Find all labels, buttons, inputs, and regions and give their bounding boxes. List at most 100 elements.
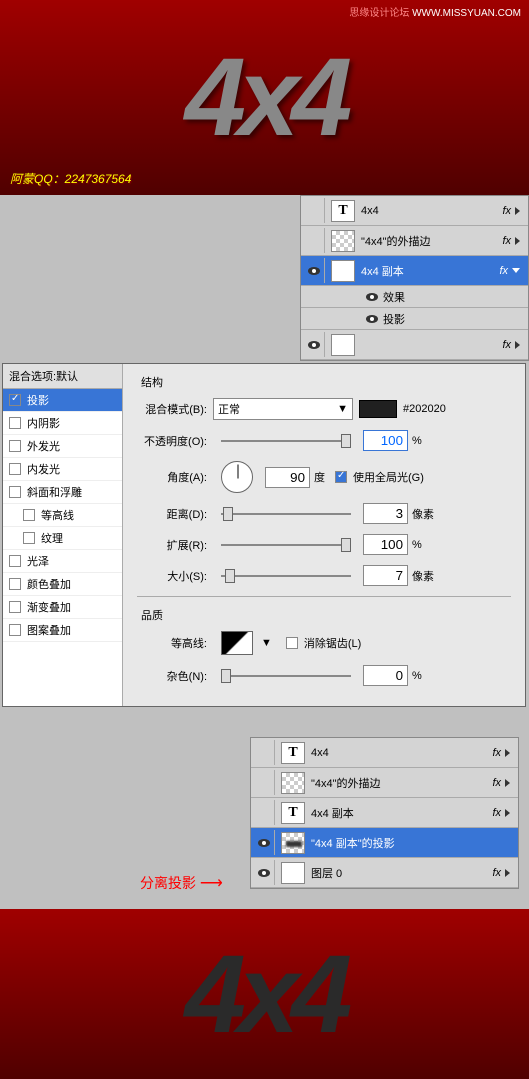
global-light-checkbox[interactable]: [335, 471, 347, 483]
checkbox-icon[interactable]: [23, 509, 35, 521]
option-outer-glow[interactable]: 外发光: [3, 435, 122, 458]
layer-row[interactable]: T 4x4 fx: [251, 738, 518, 768]
layers-panel-bottom: T 4x4 fx "4x4"的外描边 fx T 4x4 副本 fx "4x4 副…: [250, 737, 519, 889]
layer-thumb: [281, 862, 305, 884]
layer-name: 4x4: [311, 747, 492, 759]
checkbox-icon[interactable]: [23, 532, 35, 544]
layer-row[interactable]: "4x4"的外描边 fx: [251, 768, 518, 798]
visibility-toggle[interactable]: [361, 288, 383, 305]
spread-input[interactable]: [363, 534, 408, 555]
visibility-toggle[interactable]: [303, 228, 325, 253]
checkbox-icon[interactable]: [9, 440, 21, 452]
option-satin[interactable]: 光泽: [3, 550, 122, 573]
visibility-toggle[interactable]: [303, 198, 325, 223]
fx-indicator[interactable]: fx: [499, 265, 508, 277]
blend-mode-row: 混合模式(B): 正常▼ #202020: [137, 398, 511, 420]
checkbox-icon[interactable]: [9, 555, 21, 567]
spread-slider[interactable]: [221, 544, 351, 546]
checkbox-icon[interactable]: [9, 578, 21, 590]
layer-row[interactable]: "4x4"的外描边 fx: [301, 226, 528, 256]
expand-icon[interactable]: [505, 809, 510, 817]
opacity-input[interactable]: [363, 430, 408, 451]
option-bevel[interactable]: 斜面和浮雕: [3, 481, 122, 504]
angle-input[interactable]: [265, 467, 310, 488]
expand-icon[interactable]: [515, 341, 520, 349]
layer-row[interactable]: T 4x4 fx: [301, 196, 528, 226]
layer-row[interactable]: T 4x4 副本 fx: [251, 798, 518, 828]
blend-mode-select[interactable]: 正常▼: [213, 398, 353, 420]
expand-icon[interactable]: [515, 237, 520, 245]
fx-indicator[interactable]: fx: [502, 235, 511, 247]
color-swatch[interactable]: [359, 400, 397, 418]
eye-icon: [366, 315, 378, 323]
contour-picker[interactable]: [221, 631, 253, 655]
visibility-toggle[interactable]: [253, 740, 275, 765]
option-color-overlay[interactable]: 颜色叠加: [3, 573, 122, 596]
size-label: 大小(S):: [137, 568, 207, 584]
antialias-checkbox[interactable]: [286, 637, 298, 649]
visibility-toggle[interactable]: [303, 258, 325, 283]
option-texture[interactable]: 纹理: [3, 527, 122, 550]
option-gradient-overlay[interactable]: 渐变叠加: [3, 596, 122, 619]
expand-icon[interactable]: [505, 749, 510, 757]
layer-effect-row[interactable]: 效果: [301, 286, 528, 308]
list-header[interactable]: 混合选项:默认: [3, 364, 122, 389]
logo-text: 4x4: [185, 34, 345, 161]
opacity-slider[interactable]: [221, 440, 351, 442]
fx-indicator[interactable]: fx: [492, 777, 501, 789]
checkbox-icon[interactable]: [9, 463, 21, 475]
logo-text-dark: 4x4: [185, 931, 345, 1058]
layer-row-selected[interactable]: T 4x4 副本 fx: [301, 256, 528, 286]
fx-indicator[interactable]: fx: [492, 747, 501, 759]
expand-icon[interactable]: [505, 779, 510, 787]
option-drop-shadow[interactable]: 投影: [3, 389, 122, 412]
checkbox-icon[interactable]: [9, 601, 21, 613]
option-inner-shadow[interactable]: 内阴影: [3, 412, 122, 435]
angle-dial[interactable]: [221, 461, 253, 493]
checkbox-icon[interactable]: [9, 624, 21, 636]
fx-indicator[interactable]: fx: [502, 205, 511, 217]
noise-slider[interactable]: [221, 675, 351, 677]
visibility-toggle[interactable]: [253, 770, 275, 795]
fx-indicator[interactable]: fx: [492, 867, 501, 879]
spread-label: 扩展(R):: [137, 537, 207, 553]
option-inner-glow[interactable]: 内发光: [3, 458, 122, 481]
text-layer-thumb: T: [331, 260, 355, 282]
checkbox-icon[interactable]: [9, 417, 21, 429]
distance-slider[interactable]: [221, 513, 351, 515]
fx-indicator[interactable]: fx: [492, 807, 501, 819]
opacity-label: 不透明度(O):: [137, 433, 207, 449]
layer-row-selected[interactable]: "4x4 副本"的投影: [251, 828, 518, 858]
visibility-toggle[interactable]: [303, 332, 325, 357]
size-row: 大小(S): 像素: [137, 565, 511, 586]
expand-icon[interactable]: [505, 869, 510, 877]
visibility-toggle[interactable]: [253, 860, 275, 885]
noise-row: 杂色(N): %: [137, 665, 511, 686]
style-settings: 结构 混合模式(B): 正常▼ #202020 不透明度(O): % 角度(A)…: [123, 364, 525, 706]
size-slider[interactable]: [221, 575, 351, 577]
layer-name: 图层 0: [311, 865, 492, 881]
checkbox-icon[interactable]: [9, 486, 21, 498]
layer-row[interactable]: 图层 0 fx: [251, 858, 518, 888]
text-layer-thumb: T: [281, 742, 305, 764]
visibility-toggle[interactable]: [253, 800, 275, 825]
collapse-icon[interactable]: [512, 268, 520, 273]
layer-row[interactable]: fx: [301, 330, 528, 360]
eye-icon: [258, 869, 270, 877]
distance-input[interactable]: [363, 503, 408, 524]
style-options-list: 混合选项:默认 投影 内阴影 外发光 内发光 斜面和浮雕 等高线 纹理 光泽 颜…: [3, 364, 123, 706]
blend-mode-label: 混合模式(B):: [137, 401, 207, 417]
qq-contact: 阿蒙QQ：2247367564: [10, 170, 131, 187]
annotation-separate-shadow: 分离投影 ⟶: [140, 873, 223, 893]
size-input[interactable]: [363, 565, 408, 586]
layer-effect-row[interactable]: 投影: [301, 308, 528, 330]
opacity-row: 不透明度(O): %: [137, 430, 511, 451]
visibility-toggle[interactable]: [253, 830, 275, 855]
noise-input[interactable]: [363, 665, 408, 686]
option-pattern-overlay[interactable]: 图案叠加: [3, 619, 122, 642]
expand-icon[interactable]: [515, 207, 520, 215]
fx-indicator[interactable]: fx: [502, 339, 511, 351]
checkbox-icon[interactable]: [9, 394, 21, 406]
option-contour[interactable]: 等高线: [3, 504, 122, 527]
visibility-toggle[interactable]: [361, 310, 383, 327]
